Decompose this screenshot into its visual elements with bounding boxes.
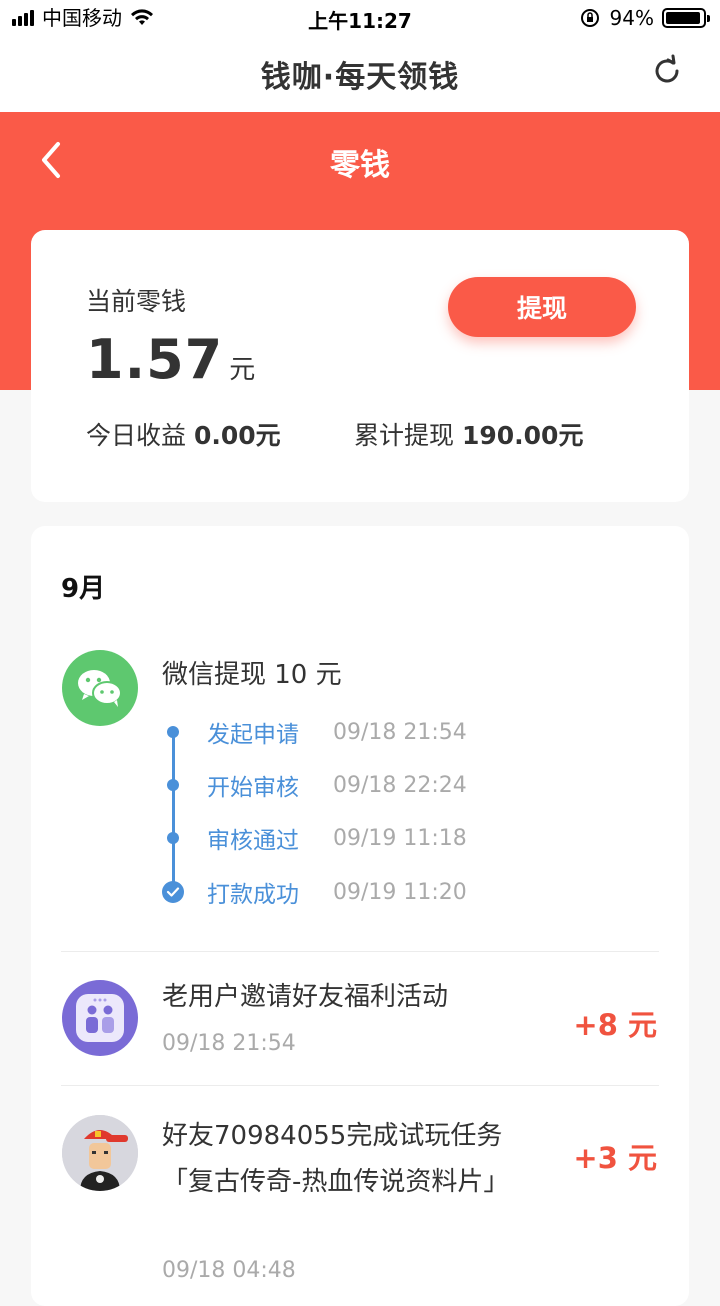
app-title-bar: 钱咖·每天领钱 (0, 36, 720, 112)
step-time: 09/19 11:18 (333, 825, 467, 851)
record-time: 09/18 21:54 (162, 1031, 296, 1056)
step-time: 09/18 22:24 (333, 772, 467, 798)
divider (61, 1085, 659, 1086)
step-dot-icon (167, 779, 179, 791)
game-avatar-icon (62, 1115, 138, 1191)
step-dot-icon (167, 832, 179, 844)
total-withdrawn: 累计提现 190.00元 (354, 416, 583, 452)
battery-icon (662, 8, 710, 28)
today-label: 今日收益 (86, 421, 187, 450)
step-label: 发起申请 (207, 722, 299, 748)
app-title: 钱咖·每天领钱 (260, 60, 460, 95)
balance-amount: 1.57 元 (86, 328, 255, 391)
today-value: 0.00元 (193, 421, 281, 450)
step-time: 09/18 21:54 (333, 719, 467, 745)
total-value: 190.00元 (461, 421, 584, 450)
step-time: 09/19 11:20 (333, 879, 467, 905)
withdraw-button[interactable]: 提现 (448, 277, 636, 337)
withdrawal-title: 微信提现 10 元 (162, 660, 342, 690)
withdrawal-timeline: 发起申请 09/18 21:54 开始审核 09/18 22:24 审核通过 0… (161, 716, 661, 908)
battery-percent: 94% (609, 6, 654, 30)
balance-label: 当前零钱 (86, 287, 187, 316)
timeline-step: 发起申请 09/18 21:54 (161, 717, 467, 748)
step-dot-icon (167, 726, 179, 738)
divider (61, 951, 659, 952)
wechat-icon (62, 650, 138, 726)
today-earnings: 今日收益 0.00元 (86, 416, 281, 452)
orientation-lock-icon (580, 9, 599, 27)
month-header: 9月 (61, 574, 106, 604)
balance-value: 1.57 (86, 328, 224, 391)
status-bar: 中国移动 上午11:27 94% (0, 0, 720, 36)
invite-friends-icon (62, 980, 138, 1056)
timeline-step: 打款成功 09/19 11:20 (161, 877, 467, 908)
record-title: 好友70984055完成试玩任务「复古传奇-热血传说资料片」 (162, 1121, 510, 1197)
total-label: 累计提现 (354, 421, 455, 450)
step-label: 审核通过 (207, 828, 299, 854)
step-label: 开始审核 (207, 775, 299, 801)
record-time: 09/18 04:48 (162, 1258, 296, 1283)
balance-unit: 元 (229, 355, 256, 385)
timeline-step: 开始审核 09/18 22:24 (161, 770, 467, 801)
timeline-step: 审核通过 09/19 11:18 (161, 823, 467, 854)
balance-card: 当前零钱 1.57 元 提现 今日收益 0.00元 累计提现 190.00元 (31, 230, 689, 502)
record-amount: +8 元 (573, 1008, 657, 1042)
step-label: 打款成功 (207, 882, 299, 908)
refresh-icon[interactable] (650, 54, 684, 88)
records-card: 9月 微信提现 10 元 发起申请 09/18 21:54 开始审核 09/18… (31, 526, 689, 1306)
page-title: 零钱 (330, 148, 390, 183)
check-circle-icon (162, 881, 184, 903)
record-amount: +3 元 (573, 1141, 657, 1175)
record-title: 老用户邀请好友福利活动 (162, 982, 449, 1012)
